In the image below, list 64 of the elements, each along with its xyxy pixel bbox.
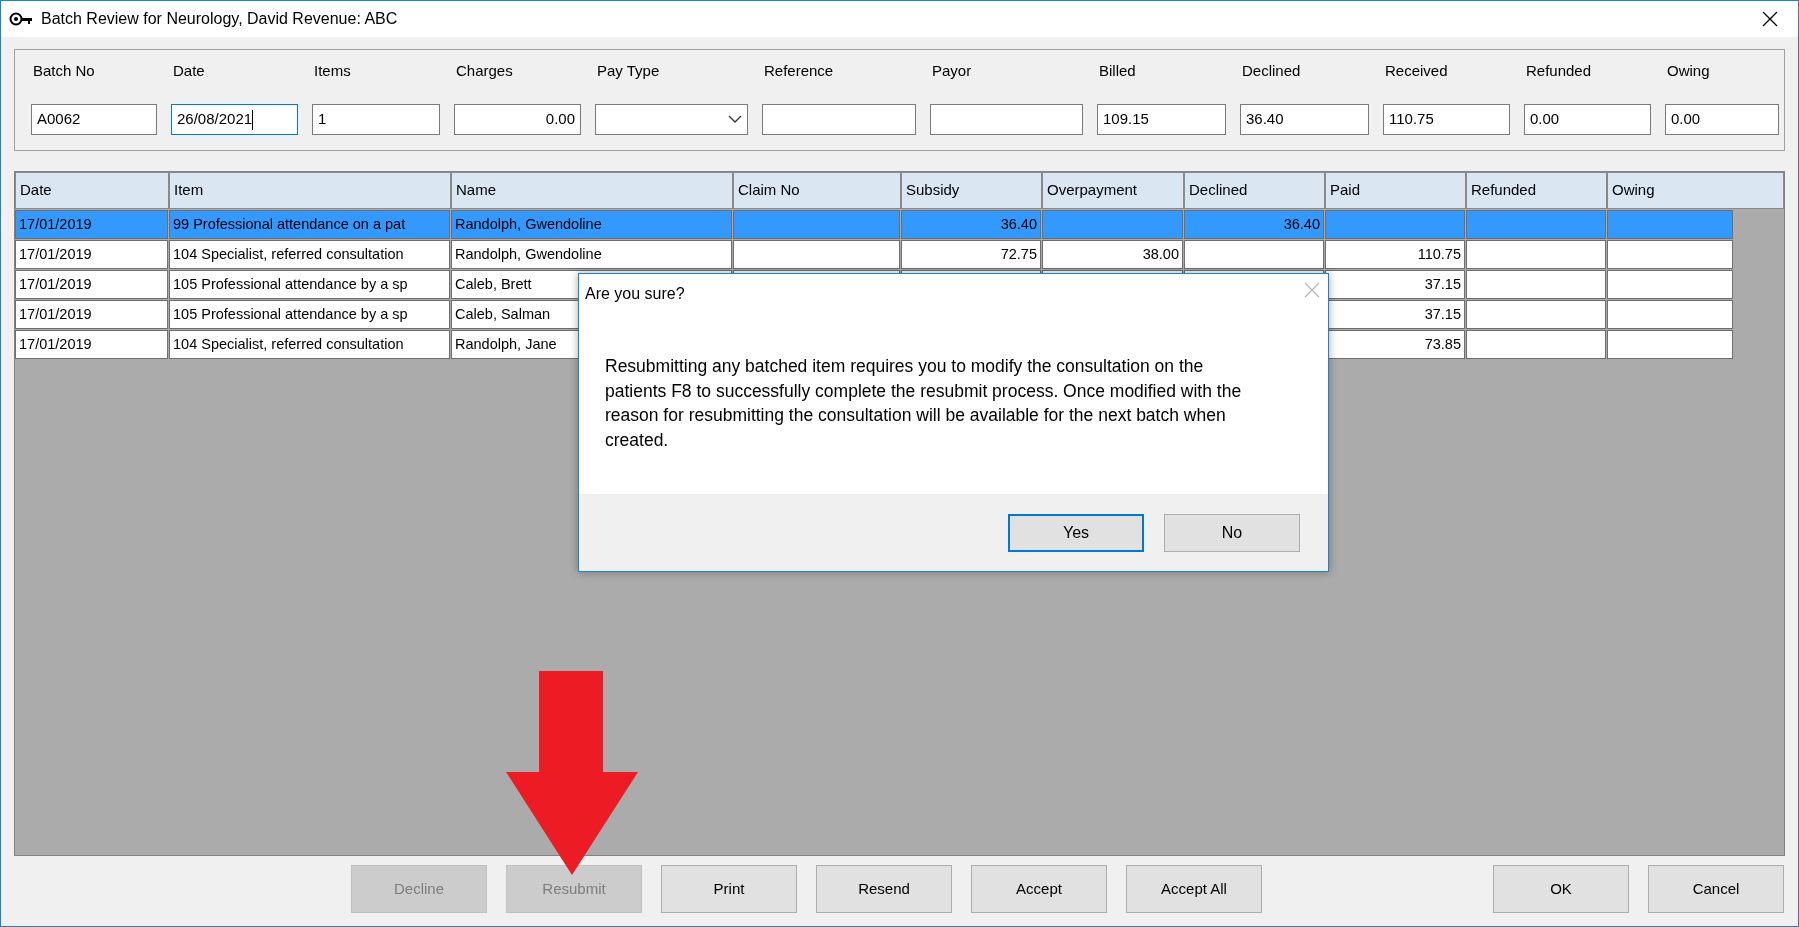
column-header[interactable]: Declined — [1184, 172, 1325, 209]
column-header[interactable]: Refunded — [1466, 172, 1607, 209]
dropdown-field[interactable] — [595, 104, 748, 135]
field-label: Owing — [1667, 62, 1710, 79]
column-header[interactable]: Claim No — [733, 172, 901, 209]
table-cell: 38.00 — [1042, 240, 1183, 269]
input-field[interactable]: 1 — [312, 104, 440, 135]
table-cell: Randolph, Gwendoline — [451, 210, 732, 239]
input-field[interactable] — [930, 104, 1083, 135]
field-label: Refunded — [1526, 62, 1592, 79]
table-cell: 72.75 — [901, 240, 1041, 269]
field-label: Reference — [764, 62, 834, 79]
field-label: Items — [314, 62, 351, 79]
table-cell: 105 Professional attendance by a sp — [169, 270, 450, 299]
field-label: Batch No — [33, 62, 95, 79]
table-cell: 17/01/2019 — [15, 330, 168, 359]
action-button[interactable]: OK — [1493, 865, 1629, 913]
table-cell: 99 Professional attendance on a pat — [169, 210, 450, 239]
input-field[interactable]: 26/08/2021 — [171, 104, 298, 135]
column-header[interactable]: Date — [15, 172, 169, 209]
input-field[interactable] — [762, 104, 916, 135]
close-icon[interactable] — [1762, 11, 1778, 27]
field-label: Received — [1385, 62, 1448, 79]
column-header[interactable]: Overpayment — [1042, 172, 1184, 209]
table-cell: 17/01/2019 — [15, 210, 168, 239]
action-button[interactable]: Cancel — [1648, 865, 1784, 913]
table-cell: 17/01/2019 — [15, 270, 168, 299]
input-field[interactable]: A0062 — [31, 104, 157, 135]
column-header[interactable]: Owing — [1607, 172, 1784, 209]
action-button[interactable]: Resend — [816, 865, 952, 913]
input-field[interactable]: 0.00 — [1665, 104, 1779, 135]
field-label: Billed — [1099, 62, 1136, 79]
column-header[interactable]: Name — [451, 172, 733, 209]
action-button[interactable]: Accept All — [1126, 865, 1262, 913]
input-field[interactable]: 0.00 — [1524, 104, 1651, 135]
table-cell: 37.15 — [1325, 270, 1465, 299]
table-cell: 105 Professional attendance by a sp — [169, 300, 450, 329]
column-header[interactable]: Paid — [1325, 172, 1466, 209]
input-field[interactable]: 109.15 — [1097, 104, 1226, 135]
table-cell: Randolph, Gwendoline — [451, 240, 732, 269]
field-label: Pay Type — [597, 62, 660, 79]
action-button[interactable]: Print — [661, 865, 797, 913]
table-cell: 104 Specialist, referred consultation — [169, 330, 450, 359]
table-cell: 17/01/2019 — [15, 240, 168, 269]
window-title: Batch Review for Neurology, David Revenue: ABC — [41, 9, 398, 29]
field-label: Payor — [932, 62, 972, 79]
field-label: Charges — [456, 62, 513, 79]
chevron-icon[interactable] — [728, 115, 742, 124]
column-header[interactable]: Item — [169, 172, 451, 209]
dialog-button[interactable]: No — [1164, 513, 1300, 552]
field-label: Declined — [1242, 62, 1301, 79]
table-cell: 110.75 — [1325, 240, 1465, 269]
input-field[interactable]: 36.40 — [1240, 104, 1369, 135]
input-field[interactable]: 0.00 — [454, 104, 581, 135]
key-icon — [9, 11, 33, 27]
table-cell: 36.40 — [901, 210, 1041, 239]
table-cell: 17/01/2019 — [15, 300, 168, 329]
dialog-button[interactable]: Yes — [1008, 513, 1144, 552]
input-field[interactable]: 110.75 — [1383, 104, 1510, 135]
table-cell: 104 Specialist, referred consultation — [169, 240, 450, 269]
table-cell: 36.40 — [1184, 210, 1324, 239]
column-header[interactable]: Subsidy — [901, 172, 1042, 209]
field-label: Date — [173, 62, 205, 79]
action-button[interactable]: Accept — [971, 865, 1107, 913]
